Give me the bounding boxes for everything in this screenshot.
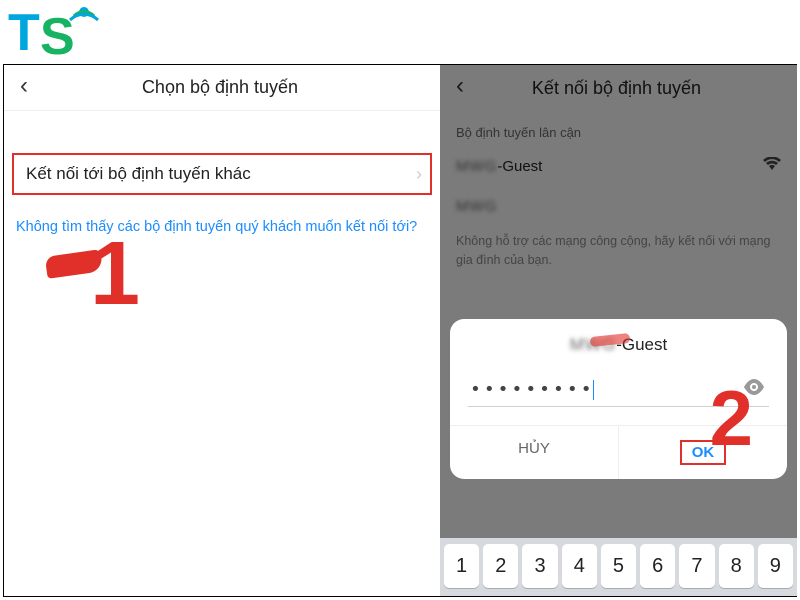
logo-letter-s: S	[40, 8, 75, 62]
key-5[interactable]: 5	[601, 544, 636, 588]
key-9[interactable]: 9	[758, 544, 793, 588]
title-left: Chọn bộ định tuyến	[10, 77, 430, 98]
key-8[interactable]: 8	[719, 544, 754, 588]
header-left: ‹ Chọn bộ định tuyến	[4, 65, 440, 111]
password-input[interactable]: •••••••••	[470, 379, 741, 400]
logo-letter-t: T	[8, 4, 40, 62]
connect-other-router-row[interactable]: Kết nối tới bộ định tuyến khác ›	[12, 153, 432, 195]
ok-button[interactable]: OK	[619, 426, 787, 479]
canvas: T S ‹ Chọn bộ định tuyến Kết nối tới bộ …	[0, 0, 800, 600]
text-cursor	[593, 380, 595, 400]
key-3[interactable]: 3	[522, 544, 557, 588]
not-found-link[interactable]: Không tìm thấy các bộ định tuyến quý khá…	[16, 219, 428, 235]
connect-other-label: Kết nối tới bộ định tuyến khác	[26, 164, 251, 184]
step-number-2: 2	[710, 373, 753, 464]
key-2[interactable]: 2	[483, 544, 518, 588]
step-number-1: 1	[90, 223, 140, 326]
key-4[interactable]: 4	[562, 544, 597, 588]
key-1[interactable]: 1	[444, 544, 479, 588]
numeric-keyboard: 1 2 3 4 5 6 7 8 9	[440, 538, 797, 596]
screen-right: ‹ Kết nối bộ định tuyến Bộ định tuyến lâ…	[440, 65, 797, 596]
screenshot-frame: ‹ Chọn bộ định tuyến Kết nối tới bộ định…	[3, 64, 797, 597]
screen-left: ‹ Chọn bộ định tuyến Kết nối tới bộ định…	[4, 65, 440, 596]
cancel-button[interactable]: HỦY	[450, 426, 619, 479]
chevron-right-icon: ›	[416, 164, 422, 185]
key-6[interactable]: 6	[640, 544, 675, 588]
ts-logo: T S	[6, 2, 106, 67]
key-7[interactable]: 7	[679, 544, 714, 588]
